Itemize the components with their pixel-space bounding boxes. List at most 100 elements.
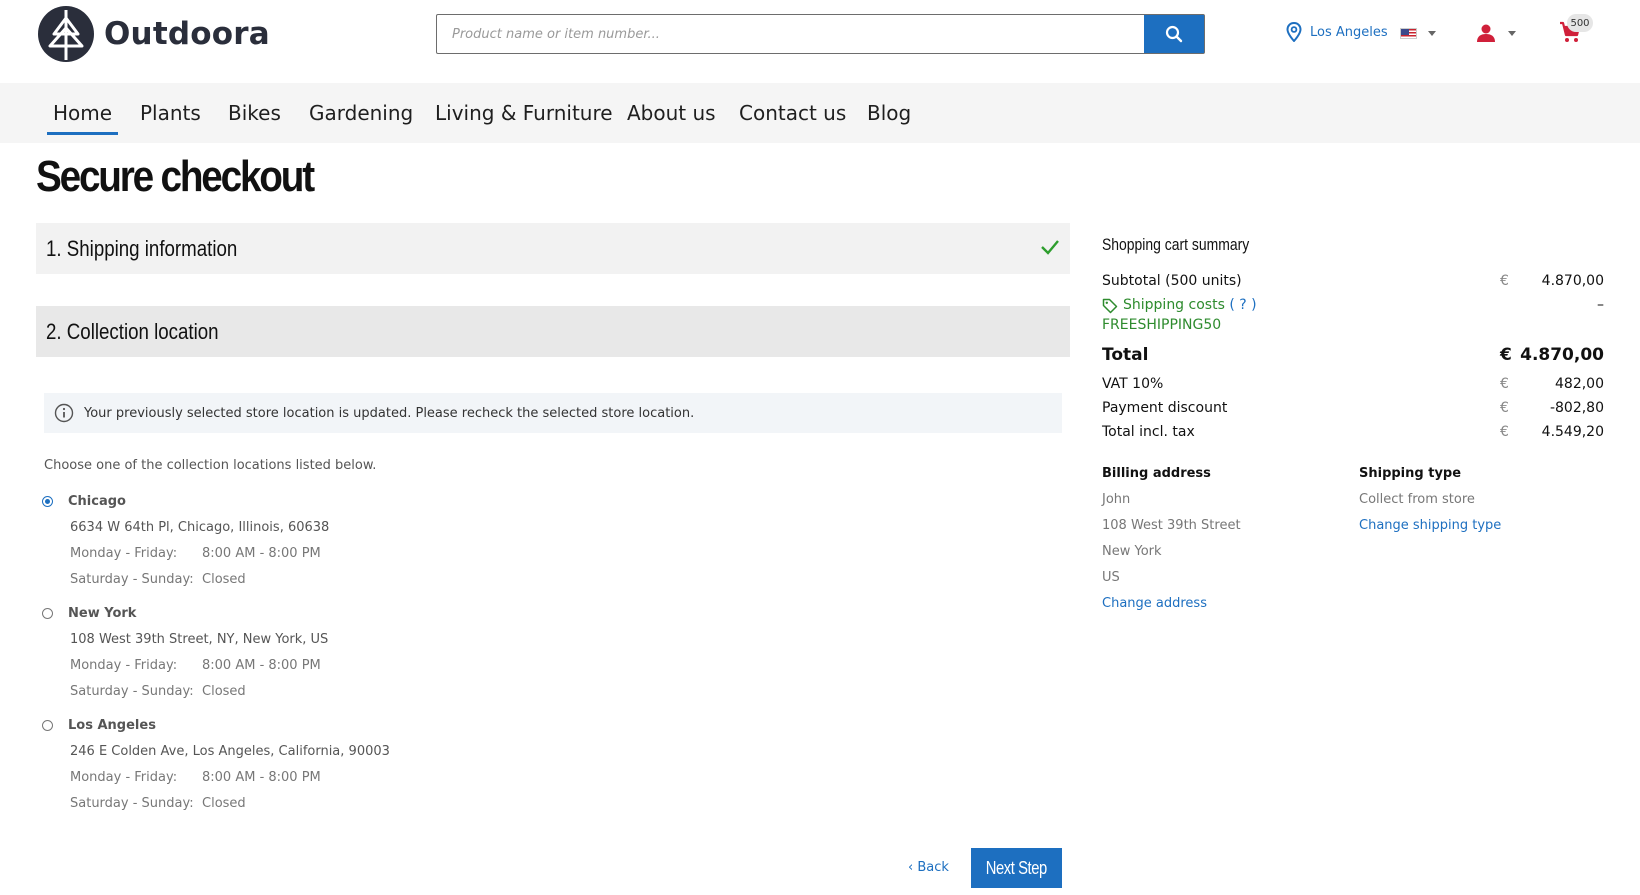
next-step-button[interactable]: Next Step [971,848,1062,888]
chevron-down-icon[interactable] [1508,31,1516,36]
store-address: 108 West 39th Street, NY, New York, US [70,632,329,647]
tree-logo-icon [38,6,94,62]
site-header: Outdoora Los Angeles 500 [0,0,1640,83]
discount-value: -802,80 [1549,400,1604,416]
store-radio[interactable] [42,608,53,619]
store-location-selector[interactable]: Los Angeles [1286,22,1388,42]
store-hours-row: Saturday - Sunday: Closed [70,796,246,811]
step-label: 2. Collection location [46,318,219,344]
store-hours-row: Monday - Friday: 8:00 AM - 8:00 PM [70,770,321,785]
us-flag-icon[interactable] [1400,28,1417,39]
cart-summary-title: Shopping cart summary [1102,235,1250,254]
currency-symbol: € [1500,345,1512,365]
user-icon[interactable] [1476,24,1496,42]
back-link[interactable]: ‹ Back [908,860,949,875]
currency-symbol: € [1500,273,1509,289]
billing-name: John [1102,492,1131,507]
search-bar [436,14,1205,54]
summary-vat-row: VAT 10% € 482,00 [1102,376,1604,392]
step-collection-location[interactable]: 2. Collection location [36,306,1070,357]
billing-country: US [1102,570,1120,585]
hours-time: Closed [202,572,246,587]
checkmark-icon [1041,240,1059,255]
store-hours-row: Monday - Friday: 8:00 AM - 8:00 PM [70,546,321,561]
hours-days: Monday - Friday: [70,770,178,785]
summary-total-incl-tax-row: Total incl. tax € 4.549,20 [1102,424,1604,440]
hours-days: Saturday - Sunday: [70,796,194,811]
store-hours-row: Saturday - Sunday: Closed [70,572,246,587]
shipping-help-link[interactable]: ( ? ) [1229,297,1256,313]
summary-shipping-row: Shipping costs ( ? ) – FREESHIPPING50 [1102,297,1604,337]
subtotal-label: Subtotal (500 units) [1102,273,1242,289]
hours-time: 8:00 AM - 8:00 PM [202,658,321,673]
store-radio[interactable] [42,720,53,731]
store-hours-row: Saturday - Sunday: Closed [70,684,246,699]
coupon-code: FREESHIPPING50 [1102,317,1222,333]
total-value: 4.870,00 [1520,345,1604,365]
summary-total-row: Total € 4.870,00 [1102,345,1604,365]
summary-discount-row: Payment discount € -802,80 [1102,400,1604,416]
location-label: Los Angeles [1310,24,1388,40]
store-hours-row: Monday - Friday: 8:00 AM - 8:00 PM [70,658,321,673]
summary-subtotal-row: Subtotal (500 units) € 4.870,00 [1102,273,1604,289]
change-shipping-type-link[interactable]: Change shipping type [1359,518,1501,533]
store-address: 246 E Colden Ave, Los Angeles, Californi… [70,744,390,759]
nav-item-contact-us[interactable]: Contact us [739,101,846,125]
billing-city: New York [1102,544,1162,559]
shipping-type-value: Collect from store [1359,492,1475,507]
page-title: Secure checkout [36,152,315,201]
nav-item-home[interactable]: Home [46,101,119,135]
info-notice-text: Your previously selected store location … [84,405,695,421]
change-address-link[interactable]: Change address [1102,596,1207,611]
hours-time: 8:00 AM - 8:00 PM [202,770,321,785]
store-option-new-york[interactable]: New York 108 West 39th Street, NY, New Y… [42,606,642,706]
billing-street: 108 West 39th Street [1102,518,1241,533]
vat-value: 482,00 [1555,376,1604,392]
total-incl-tax-value: 4.549,20 [1541,424,1604,440]
hours-time: Closed [202,684,246,699]
search-input[interactable] [437,15,1144,53]
shipping-costs-value: – [1597,297,1604,313]
nav-item-plants[interactable]: Plants [140,101,201,125]
currency-symbol: € [1500,376,1509,392]
info-notice: Your previously selected store location … [44,393,1062,433]
currency-symbol: € [1500,400,1509,416]
nav-item-gardening[interactable]: Gardening [309,101,413,125]
nav-item-blog[interactable]: Blog [867,101,911,125]
nav-item-about-us[interactable]: About us [627,101,716,125]
info-icon [54,403,74,423]
step-label: 1. Shipping information [46,235,238,261]
vat-label: VAT 10% [1102,376,1164,392]
store-radio[interactable] [42,496,53,507]
shipping-type-heading: Shipping type [1359,466,1462,481]
shipping-costs-label: Shipping costs [1123,297,1225,313]
hours-days: Saturday - Sunday: [70,572,194,587]
hours-time: 8:00 AM - 8:00 PM [202,546,321,561]
hours-days: Saturday - Sunday: [70,684,194,699]
search-icon [1165,25,1183,43]
nav-item-living-furniture[interactable]: Living & Furniture [435,101,613,125]
search-button[interactable] [1144,15,1204,53]
total-label: Total [1102,345,1149,365]
subtotal-value: 4.870,00 [1541,273,1604,289]
step-shipping-information[interactable]: 1. Shipping information [36,223,1070,274]
main-navigation: Home Plants Bikes Gardening Living & Fur… [0,83,1640,143]
brand-logo[interactable]: Outdoora [36,4,270,64]
hours-days: Monday - Friday: [70,546,178,561]
collection-intro: Choose one of the collection locations l… [44,458,377,473]
nav-item-bikes[interactable]: Bikes [228,101,281,125]
store-name: Chicago [68,494,126,509]
currency-symbol: € [1500,424,1509,440]
location-pin-icon [1286,22,1302,42]
hours-days: Monday - Friday: [70,658,178,673]
store-option-chicago[interactable]: Chicago 6634 W 64th Pl, Chicago, Illinoi… [42,494,642,594]
next-step-label: Next Step [985,857,1048,878]
brand-name: Outdoora [104,16,270,52]
store-address: 6634 W 64th Pl, Chicago, Illinois, 60638 [70,520,330,535]
chevron-down-icon[interactable] [1428,31,1436,36]
billing-address-heading: Billing address [1102,466,1211,481]
total-incl-tax-label: Total incl. tax [1102,424,1195,440]
store-option-los-angeles[interactable]: Los Angeles 246 E Colden Ave, Los Angele… [42,718,642,818]
hours-time: Closed [202,796,246,811]
tag-icon [1102,298,1118,314]
